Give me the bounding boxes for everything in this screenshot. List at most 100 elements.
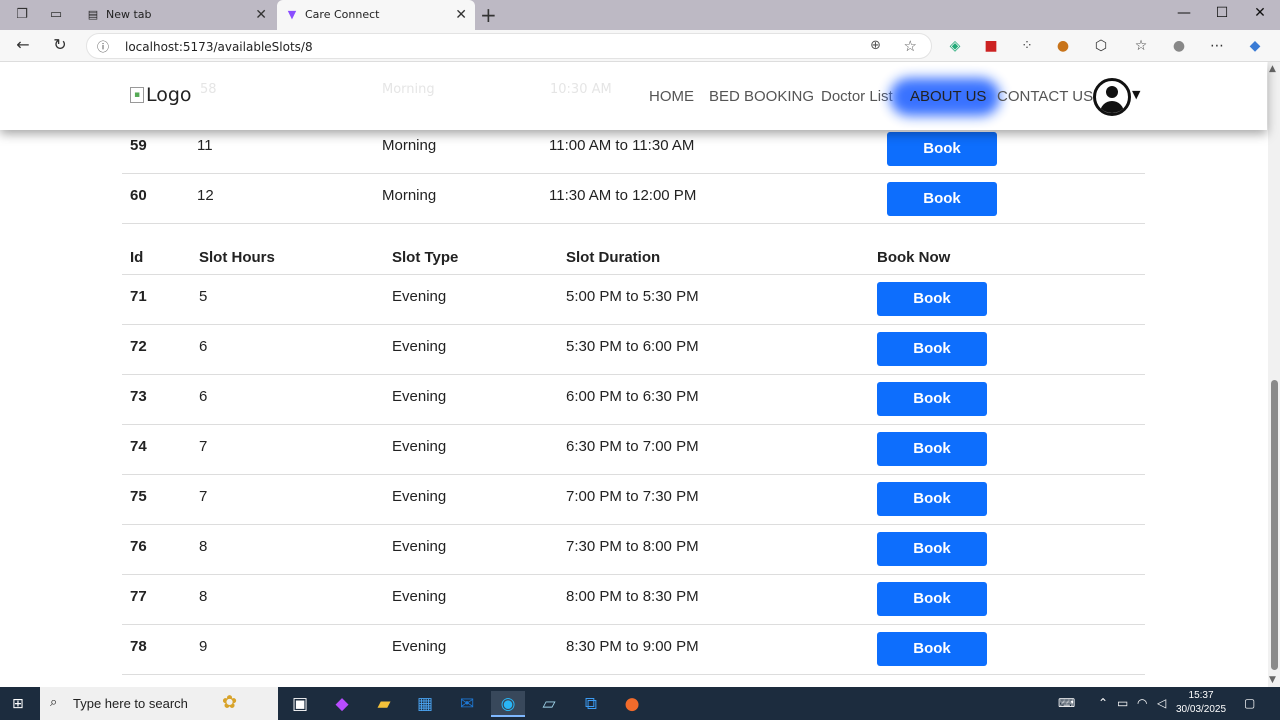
table-row: 73 6 Evening 6:00 PM to 6:30 PM Book [122, 375, 1145, 425]
address-bar[interactable]: ⓘ localhost:5173/availableSlots/8 ⊕ ☆ [86, 33, 932, 59]
site-info-icon[interactable]: ⓘ [97, 38, 109, 55]
system-clock[interactable]: 15:37 30/03/2025 [1176, 689, 1226, 717]
nav-bed-booking[interactable]: BED BOOKING [709, 88, 814, 105]
slot-duration: 6:00 PM to 6:30 PM [566, 388, 699, 405]
book-button[interactable]: Book [877, 282, 987, 316]
table-row: 76 8 Evening 7:30 PM to 8:00 PM Book [122, 525, 1145, 575]
cookie-icon[interactable]: ● [1054, 37, 1072, 55]
book-button[interactable]: Book [887, 182, 997, 216]
table-row: 60 12 Morning 11:30 AM to 12:00 PM Book [122, 174, 1145, 224]
slot-id: 75 [130, 488, 147, 505]
nav-home[interactable]: HOME [649, 88, 694, 105]
taskbar-search[interactable]: ⌕ Type here to search ✿ [40, 687, 278, 720]
url-text: localhost:5173/availableSlots/8 [125, 40, 313, 54]
morning-slots-table: 59 11 Morning 11:00 AM to 11:30 AM Book … [122, 124, 1145, 224]
tab-care-connect[interactable]: ▼ Care Connect ✕ [277, 0, 475, 30]
table-row: 78 9 Evening 8:30 PM to 9:00 PM Book [122, 625, 1145, 675]
refresh-icon[interactable]: ↻ [49, 35, 71, 54]
slot-type: Evening [392, 538, 447, 555]
slot-hours: 11 [197, 137, 213, 154]
browser-tab-strip: ❐ ▭ ▤ New tab ✕ ▼ Care Connect ✕ + — ☐ ✕ [0, 0, 1280, 30]
nav-doctor-list[interactable]: Doctor List [821, 88, 893, 105]
wifi-icon[interactable]: ◠ [1137, 696, 1147, 710]
favorites-icon[interactable]: ☆ [1132, 37, 1150, 55]
vite-icon: ▼ [287, 8, 297, 21]
book-button[interactable]: Book [887, 132, 997, 166]
windows-start-icon[interactable]: ⊞ [12, 696, 24, 712]
edge-icon[interactable]: ◉ [491, 691, 525, 717]
user-avatar-icon[interactable] [1093, 78, 1131, 116]
scroll-up-icon[interactable]: ▲ [1269, 64, 1276, 74]
postman-icon[interactable]: ● [615, 691, 649, 717]
book-button[interactable]: Book [877, 632, 987, 666]
extensions-icon[interactable]: ⬡ [1092, 37, 1110, 55]
slot-duration: 8:00 PM to 8:30 PM [566, 588, 699, 605]
chevron-down-icon[interactable]: ▼ [1132, 88, 1140, 101]
slot-id: 76 [130, 538, 147, 555]
ghost-row-text: Morning [382, 82, 435, 97]
search-placeholder: Type here to search [73, 696, 188, 711]
app-icon[interactable]: ▱ [532, 691, 566, 717]
slot-hours: 7 [199, 438, 208, 455]
extension-icon[interactable]: ■ [982, 37, 1000, 55]
book-button[interactable]: Book [877, 432, 987, 466]
book-button[interactable]: Book [877, 332, 987, 366]
close-window-icon[interactable]: ✕ [1250, 5, 1270, 21]
slot-type: Evening [392, 338, 447, 355]
maximize-icon[interactable]: ☐ [1212, 5, 1232, 21]
tab-new-tab[interactable]: ▤ New tab ✕ [78, 0, 275, 30]
slot-type: Evening [392, 438, 447, 455]
tab-title: Care Connect [305, 8, 380, 21]
vertical-scrollbar[interactable]: ▲ ▼ [1268, 62, 1280, 687]
slot-hours: 6 [199, 338, 208, 355]
table-header: Id Slot Hours Slot Type Slot Duration Bo… [122, 237, 1145, 275]
favorite-star-icon[interactable]: ☆ [904, 37, 917, 55]
copilot-app-icon[interactable]: ◆ [325, 691, 359, 717]
copilot-icon[interactable]: ◆ [1246, 37, 1264, 55]
slot-duration: 5:30 PM to 6:00 PM [566, 338, 699, 355]
zoom-icon[interactable]: ⊕ [870, 38, 881, 53]
tab-title: New tab [106, 8, 152, 21]
slot-id: 60 [130, 187, 147, 204]
taskbar: ⊞ ⌕ Type here to search ✿ ▣ ◆ ▰ ▦ ✉ ◉ ▱ … [0, 687, 1280, 720]
new-tab-icon[interactable]: + [480, 3, 497, 27]
extension-icon[interactable]: ◈ [946, 37, 964, 55]
back-icon[interactable]: ← [12, 35, 34, 54]
store-icon[interactable]: ▦ [408, 691, 442, 717]
book-button[interactable]: Book [877, 482, 987, 516]
minimize-icon[interactable]: — [1174, 5, 1194, 21]
clock-time: 15:37 [1188, 690, 1214, 701]
book-button[interactable]: Book [877, 582, 987, 616]
vscode-icon[interactable]: ⧉ [574, 691, 608, 717]
slot-id: 74 [130, 438, 147, 455]
nav-about-us[interactable]: ABOUT US [910, 88, 986, 105]
slot-type: Morning [382, 187, 437, 204]
book-button[interactable]: Book [877, 532, 987, 566]
volume-icon[interactable]: ◁ [1157, 696, 1166, 710]
battery-icon[interactable]: ▭ [1117, 696, 1128, 710]
file-explorer-icon[interactable]: ▰ [367, 691, 401, 717]
column-header: Slot Duration [566, 249, 661, 266]
task-view-icon[interactable]: ▣ [283, 691, 317, 717]
extension-icon[interactable]: ⁘ [1018, 37, 1036, 55]
book-button[interactable]: Book [877, 382, 987, 416]
tab-actions-icon[interactable]: ▭ [46, 5, 66, 25]
scroll-down-icon[interactable]: ▼ [1269, 675, 1276, 685]
site-logo[interactable]: ▪ Logo [130, 84, 192, 106]
site-header: 58 Morning 10:30 AM ▪ Logo HOME BED BOOK… [0, 62, 1267, 130]
page-icon: ▤ [87, 8, 99, 21]
keyboard-icon[interactable]: ⌨ [1058, 696, 1075, 710]
nav-contact-us[interactable]: CONTACT US [997, 88, 1093, 105]
chevron-up-icon[interactable]: ⌃ [1098, 696, 1108, 710]
close-tab-icon[interactable]: ✕ [455, 0, 467, 30]
slot-duration: 5:00 PM to 5:30 PM [566, 288, 699, 305]
notifications-icon[interactable]: ▢ [1244, 696, 1255, 710]
more-menu-icon[interactable]: ⋯ [1208, 37, 1226, 55]
close-tab-icon[interactable]: ✕ [255, 0, 267, 30]
scrollbar-thumb[interactable] [1271, 380, 1278, 670]
profile-icon[interactable]: ● [1170, 37, 1188, 55]
outlook-icon[interactable]: ✉ [450, 691, 484, 717]
table-row: 71 5 Evening 5:00 PM to 5:30 PM Book [122, 275, 1145, 325]
workspaces-icon[interactable]: ❐ [12, 5, 32, 25]
slot-duration: 7:00 PM to 7:30 PM [566, 488, 699, 505]
